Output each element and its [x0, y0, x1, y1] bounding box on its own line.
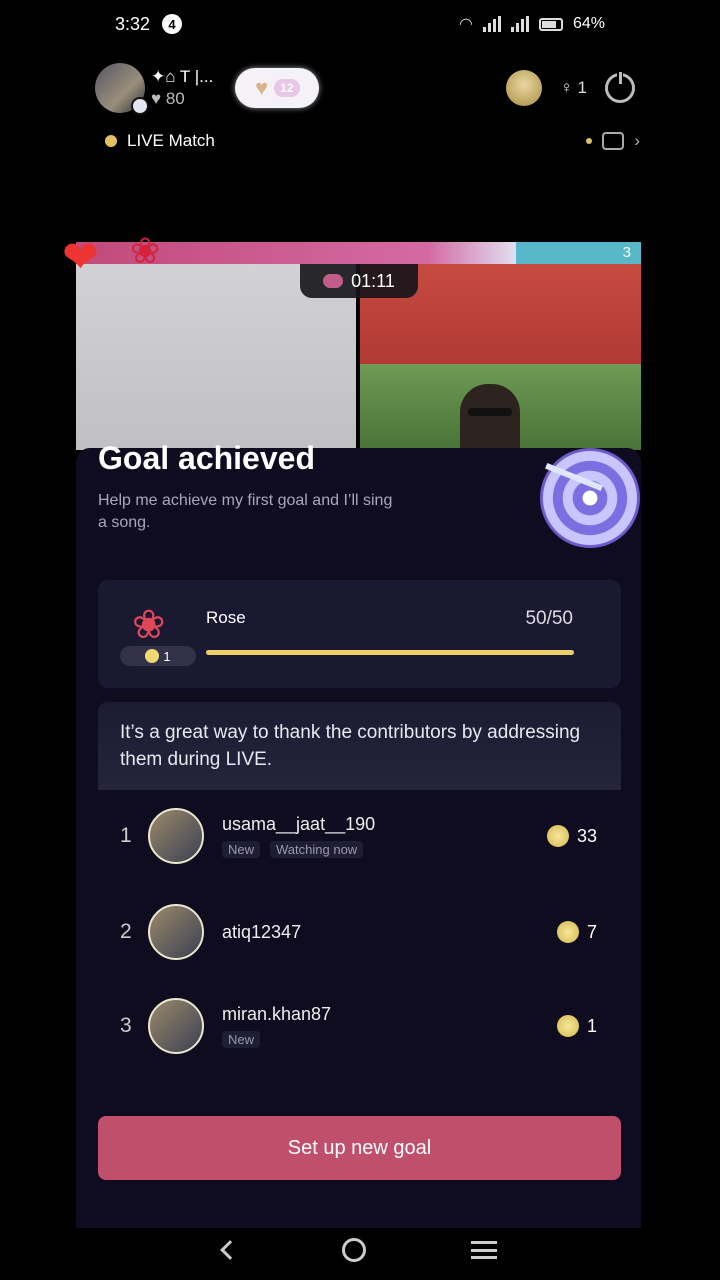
- gift-price-value: 1: [163, 648, 171, 664]
- coin-icon: [145, 649, 160, 663]
- target-icon: [540, 448, 640, 548]
- video-person: [460, 384, 520, 450]
- battery-icon: [538, 17, 563, 31]
- video-glasses: [468, 408, 512, 416]
- signal-icon-2: [510, 16, 529, 32]
- notification-badge: 4: [162, 14, 183, 34]
- status-right: ◠ 64%: [459, 14, 605, 34]
- tag-new: New: [222, 1031, 261, 1048]
- username: miran.khan87: [222, 1004, 332, 1024]
- coin-value: 33: [576, 825, 597, 846]
- status-bar: 3:32 4 ◠ 64%: [0, 0, 720, 48]
- live-header: ✦⌂ T |... ♥ 80 ♥ 12 ♀ 1: [95, 58, 635, 118]
- coin-icon: [556, 921, 579, 943]
- battery-level: 64%: [572, 15, 605, 32]
- tag-watching: Watching now: [270, 841, 364, 858]
- coin-icon: [556, 1015, 579, 1037]
- system-nav-bar: [0, 1220, 720, 1280]
- user-tags: New: [222, 1031, 331, 1048]
- score-right: 3: [516, 242, 641, 264]
- goal-title: Goal achieved: [98, 440, 315, 476]
- coin-value: 7: [586, 921, 597, 942]
- header-right: ♀ 1: [506, 70, 635, 106]
- goal-progress-bar: [206, 650, 574, 655]
- coin-icon: [546, 825, 569, 847]
- live-match-row: LIVE Match ›: [105, 126, 640, 156]
- gift-price: 1: [120, 646, 196, 666]
- tag-new: New: [222, 841, 261, 858]
- battle-area: 3 ❤ ❀ 01:11: [62, 230, 641, 450]
- status-left: 3:32 4: [115, 13, 183, 35]
- power-icon[interactable]: [605, 71, 635, 103]
- coin-total: 7: [556, 921, 597, 943]
- contributors-list: 1 usama__jaat__190 New Watching now 33 2…: [98, 790, 621, 1080]
- goal-description: Help me achieve my first goal and I’ll s…: [98, 492, 393, 531]
- set-up-new-goal-button[interactable]: Set up new goal: [98, 1116, 621, 1180]
- gift-count: 12: [274, 79, 300, 97]
- home-icon[interactable]: [341, 1238, 366, 1262]
- host-info[interactable]: ✦⌂ T |... ♥ 80: [151, 66, 213, 110]
- coin-total: 1: [556, 1015, 597, 1037]
- host-avatar[interactable]: [95, 63, 149, 115]
- chevron-right-icon[interactable]: ›: [634, 131, 640, 151]
- gift-progress-text: 50/50: [525, 608, 573, 629]
- info-text: It’s a great way to thank the contributo…: [98, 702, 621, 790]
- coin-total: 33: [546, 825, 597, 847]
- live-match-dot-icon: [105, 135, 117, 147]
- gift-pill-button[interactable]: ♥ 12: [235, 68, 320, 108]
- menu-icon[interactable]: [471, 1241, 498, 1259]
- wifi-icon: ◠: [459, 16, 473, 33]
- user-info: usama__jaat__190 New Watching now: [222, 814, 375, 858]
- host-likes: ♥ 80: [151, 89, 185, 108]
- list-item[interactable]: 2 atiq12347 7: [98, 892, 621, 972]
- coin-value: 1: [586, 1015, 597, 1036]
- status-dot-icon: [586, 138, 593, 144]
- username: atiq12347: [222, 921, 302, 942]
- avatar[interactable]: [148, 808, 204, 864]
- goal-progress-card: ❀ 1 Rose 50/50: [98, 580, 621, 688]
- rose-icon: ❀: [132, 603, 166, 647]
- list-item[interactable]: 1 usama__jaat__190 New Watching now 33: [98, 796, 621, 876]
- rose-sticker-icon: ❀: [130, 230, 161, 271]
- score-bar: 3: [76, 242, 641, 264]
- heart-icon: ♥: [255, 75, 269, 100]
- user-tags: New Watching now: [222, 841, 375, 858]
- signal-icon: [482, 16, 501, 32]
- live-row-right: ›: [586, 131, 640, 151]
- timer-text: 01:11: [351, 270, 395, 291]
- heart-sticker-icon: ❤: [62, 233, 99, 282]
- host-name: ✦⌂ T |...: [151, 67, 214, 86]
- avatar[interactable]: [148, 904, 204, 960]
- live-match-label[interactable]: LIVE Match: [127, 131, 215, 151]
- store-icon[interactable]: [602, 132, 625, 150]
- user-info: miran.khan87 New: [222, 1004, 331, 1048]
- status-time: 3:32: [115, 13, 151, 34]
- rank: 1: [120, 824, 132, 847]
- viewer-avatar[interactable]: [506, 70, 543, 106]
- avatar[interactable]: [148, 998, 204, 1054]
- gift-name: Rose: [206, 608, 246, 627]
- back-icon[interactable]: [219, 1240, 240, 1260]
- battle-timer: 01:11: [300, 264, 418, 298]
- rank: 2: [120, 920, 132, 943]
- list-item[interactable]: 3 miran.khan87 New 1: [98, 986, 621, 1066]
- rank: 3: [120, 1014, 132, 1037]
- battle-icon: [323, 274, 344, 288]
- user-info: atiq12347: [222, 922, 301, 943]
- username: usama__jaat__190: [222, 814, 376, 834]
- viewer-count[interactable]: ♀ 1: [560, 78, 587, 98]
- host-badge-icon: [131, 97, 149, 115]
